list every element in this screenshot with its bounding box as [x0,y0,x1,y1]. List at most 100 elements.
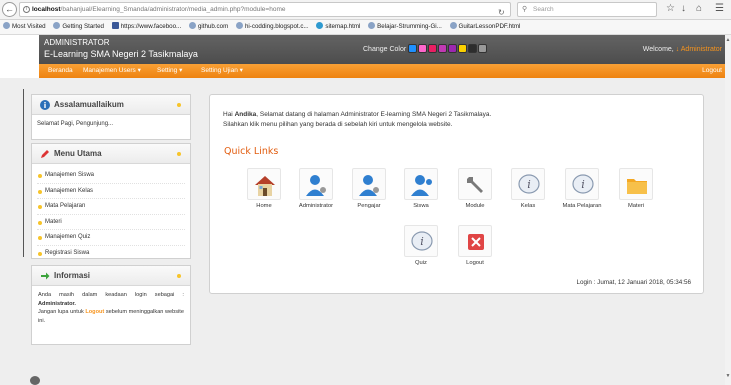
house-icon [247,168,281,200]
side-menu-item[interactable]: Manajemen Siswa [37,168,185,184]
quick-link-kelas[interactable]: i Kelas [507,168,549,210]
menu-icon[interactable]: ☰ [715,3,724,15]
bookmark-item[interactable]: Getting Started [53,20,104,34]
side-menu-item[interactable]: Materi [37,215,185,231]
svg-text:i: i [420,235,424,248]
svg-text:i: i [527,178,531,191]
home-icon[interactable]: ⌂ [696,3,702,15]
scroll-down-icon[interactable]: ▼ [725,373,731,379]
address-bar[interactable]: i localhost/bahanjual/Elearning_Smanda/a… [19,2,511,17]
info-icon: i [404,225,438,257]
bullet-icon [38,174,42,178]
main-menu-box: Menu Utama Manajemen Siswa Manajemen Kel… [31,143,191,259]
scroll-up-icon[interactable]: ▲ [725,37,731,43]
globe-icon [449,22,457,29]
change-color-label: Change Color [363,46,407,53]
color-swatch[interactable] [458,44,467,53]
color-swatch[interactable] [428,44,437,53]
greeting-box-title: Assalamuallaikum [54,100,124,109]
side-menu-item[interactable]: Manajemen Quiz [37,230,185,246]
collapse-icon[interactable] [177,152,181,156]
logout-link[interactable]: Logout [85,309,104,315]
divider [23,89,24,257]
chevron-down-icon: ▾ [179,67,183,74]
url-path: /bahanjual/Elearning_Smanda/administrato… [60,6,286,13]
collapse-icon[interactable] [177,274,181,278]
globe-icon [316,22,324,29]
bullet-icon [38,236,42,241]
bookmarks-bar: Most Visited Getting Started https://www… [0,20,731,35]
bookmark-item[interactable]: https://www.faceboo... [111,20,181,34]
main-menu-box-header: Menu Utama [32,144,190,164]
menu-beranda[interactable]: Beranda [48,64,73,78]
quick-link-logout[interactable]: Logout [454,225,496,267]
globe-icon [235,22,243,29]
bookmark-item[interactable]: hi-codding.blogspot.c... [235,20,309,34]
color-swatch[interactable] [478,44,487,53]
quick-link-materi[interactable]: Materi [615,168,657,210]
bookmark-item[interactable]: github.com [188,20,228,34]
main-panel: Hai Andika, Selamat datang di halaman Ad… [209,94,704,294]
user-icon [404,168,438,200]
bullet-icon [38,205,42,210]
search-input[interactable]: ⚲ Search [517,2,657,17]
info-box: Informasi Anda masih dalam keadaan login… [31,265,191,345]
quick-link-administrator[interactable]: Administrator [295,168,337,210]
bookmark-item[interactable]: sitemap.html [316,20,360,34]
star-icon[interactable]: ☆ [666,3,675,15]
browser-toolbar: ← i localhost/bahanjual/Elearning_Smanda… [0,0,731,20]
search-icon: ⚲ [522,6,528,13]
greeting-text: Selamat Pagi, Pengunjung... [37,121,114,127]
quick-link-module[interactable]: Module [454,168,496,210]
bullet-icon [38,251,42,256]
scrollbar[interactable]: ▲ ▼ [725,35,731,385]
greeting-box-header: Assalamuallaikum [32,95,190,115]
color-swatch[interactable] [448,44,457,53]
quick-link-home[interactable]: Home [243,168,285,210]
admin-title: ADMINISTRATOR [44,38,110,47]
color-swatch[interactable] [468,44,477,53]
main-menu-bar: Beranda Manajemen Users ▾ Setting ▾ Sett… [39,64,731,78]
collapse-icon[interactable] [177,103,181,107]
info-box-header: Informasi [32,266,190,286]
back-button[interactable]: ← [2,2,17,17]
menu-logout[interactable]: Logout [702,64,722,78]
user-icon: ↓ [675,46,680,53]
bullet-icon [38,220,42,225]
reload-icon[interactable]: ↻ [498,6,505,16]
user-name: Andika [234,111,257,118]
download-icon[interactable]: ↓ [681,3,686,15]
side-menu-item[interactable]: Mata Pelajaran [37,199,185,215]
menu-setting-ujian[interactable]: Setting Ujian ▾ [201,64,243,78]
bookmark-item[interactable]: Belajar-Strumming-Gi... [368,20,442,34]
svg-text:i: i [581,178,585,191]
chevron-down-icon: ▾ [137,67,141,74]
firefox-icon [53,22,61,29]
menu-setting[interactable]: Setting ▾ [157,64,182,78]
quick-link-pengajar[interactable]: Pengajar [348,168,390,210]
site-title: E-Learning SMA Negeri 2 Tasikmalaya [44,49,198,59]
wrench-icon [458,168,492,200]
side-menu-item[interactable]: Registrasi Siswa [37,246,185,262]
greeting-box: Assalamuallaikum Selamat Pagi, Pengunjun… [31,94,191,140]
quick-link-mata-pelajaran[interactable]: i Mata Pelajaran [561,168,603,210]
info-icon: i [565,168,599,200]
side-menu-list: Manajemen Siswa Manajemen Kelas Mata Pel… [32,164,190,266]
quick-link-quiz[interactable]: i Quiz [400,225,442,267]
quick-links-title: Quick Links [224,146,279,157]
bookmark-item[interactable]: Most Visited [3,20,46,34]
color-swatch[interactable] [438,44,447,53]
menu-manajemen-users[interactable]: Manajemen Users ▾ [83,64,141,78]
color-swatch[interactable] [418,44,427,53]
site-info-icon[interactable]: i [23,6,30,13]
color-swatch[interactable] [408,44,417,53]
side-menu-item[interactable]: Manajemen Kelas [37,184,185,200]
info-icon [40,100,50,110]
color-swatches [408,44,488,55]
facebook-icon [111,22,119,29]
bookmark-item[interactable]: GuitarLessonPDF.html [449,20,520,34]
quick-link-siswa[interactable]: Siswa [400,168,442,210]
status-icon [30,376,40,385]
arrow-right-icon [41,272,50,280]
user-link[interactable]: ↓ Administrator [676,46,722,53]
